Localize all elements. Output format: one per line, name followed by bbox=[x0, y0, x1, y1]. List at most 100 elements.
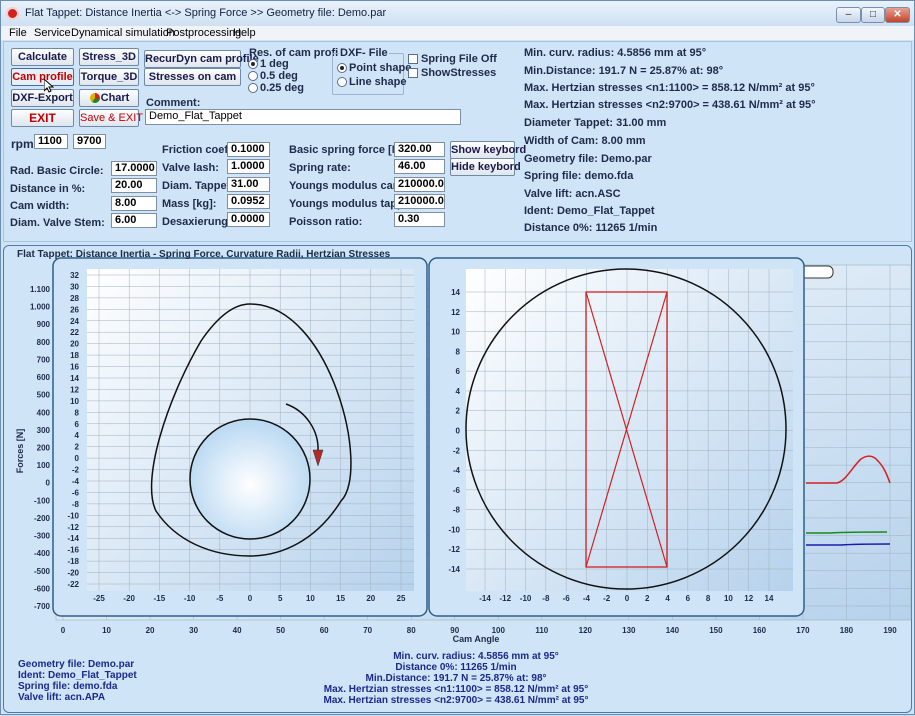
tappet-ytick-label: 4 bbox=[456, 387, 461, 396]
main-ytick-label: 700 bbox=[37, 355, 51, 364]
main-ytick-label: -600 bbox=[34, 584, 51, 593]
tappet-ytick-label: 12 bbox=[451, 308, 460, 317]
tappet-ytick-label: 14 bbox=[451, 288, 460, 297]
cam-ytick-label: -18 bbox=[67, 557, 79, 566]
main-ytick-label: 1.000 bbox=[30, 303, 51, 312]
cam-xtick-label: -20 bbox=[123, 594, 135, 603]
tappet-xtick-label: -2 bbox=[603, 594, 611, 603]
main-ytick-label: -700 bbox=[34, 602, 51, 611]
cam-ytick-label: 24 bbox=[70, 317, 79, 326]
tappet-xticks: -14 -12 -10 -8 -6 -4 -2 0 2 4 6 8 10 12 14 bbox=[479, 594, 774, 603]
main-xtick-label: 110 bbox=[535, 626, 548, 635]
main-xtick-label: 160 bbox=[753, 626, 767, 635]
tappet-ytick-label: 0 bbox=[456, 427, 461, 436]
main-ytick-label: -300 bbox=[34, 532, 51, 541]
bottom-valve-lift: Valve lift: acn.APA bbox=[18, 692, 106, 703]
plot-canvas: 1.1001.0009008007006005004003002001000-1… bbox=[15, 257, 912, 644]
cam-ytick-label: -14 bbox=[67, 534, 79, 543]
cam-xtick-label: -15 bbox=[154, 594, 166, 603]
main-xtick-label: 140 bbox=[666, 626, 680, 635]
main-xtick-label: 170 bbox=[796, 626, 810, 635]
main-ytick-label: -400 bbox=[34, 549, 51, 558]
main-xtick-label: 190 bbox=[883, 626, 897, 635]
tappet-view-area bbox=[466, 269, 793, 591]
cam-ytick-label: 2 bbox=[75, 443, 80, 452]
cam-ytick-label: -4 bbox=[72, 477, 80, 486]
main-xtick-label: 20 bbox=[146, 626, 155, 635]
main-yticks: 1.100 1.000 900 800 700 600 500 400 300 200 100 0 -1… bbox=[30, 285, 51, 611]
cam-ytick-label: -10 bbox=[67, 511, 79, 520]
cam-xtick-label: 25 bbox=[397, 594, 406, 603]
y-axis-label: Forces [N] bbox=[15, 429, 25, 474]
main-ytick-label: 800 bbox=[37, 338, 51, 347]
tappet-ytick-label: -6 bbox=[453, 486, 461, 495]
tappet-xtick-label: 4 bbox=[665, 594, 670, 603]
main-ytick-label: -100 bbox=[34, 496, 51, 505]
cam-xtick-label: -10 bbox=[184, 594, 196, 603]
main-ytick-label: -200 bbox=[34, 514, 51, 523]
bottom-hertz-n2: Max. Hertzian stresses <n2:9700> = 438.6… bbox=[323, 695, 589, 706]
tappet-xtick-label: 2 bbox=[645, 594, 650, 603]
tappet-ytick-label: -8 bbox=[453, 506, 461, 515]
tappet-ytick-label: -12 bbox=[448, 545, 460, 554]
tappet-ytick-label: -4 bbox=[453, 466, 461, 475]
cam-ytick-label: 16 bbox=[70, 363, 79, 372]
cam-ytick-label: 18 bbox=[70, 351, 79, 360]
cam-ytick-label: 6 bbox=[75, 420, 80, 429]
cam-ytick-label: 26 bbox=[70, 305, 79, 314]
cam-ytick-label: -22 bbox=[67, 580, 79, 589]
tappet-xtick-label: -8 bbox=[542, 594, 550, 603]
tappet-xtick-label: -14 bbox=[479, 594, 491, 603]
cam-ytick-label: -2 bbox=[72, 466, 80, 475]
main-xtick-label: 130 bbox=[622, 626, 636, 635]
cam-ytick-label: -20 bbox=[67, 569, 79, 578]
tappet-xtick-label: -6 bbox=[563, 594, 571, 603]
tappet-xtick-label: 8 bbox=[706, 594, 711, 603]
tappet-xtick-label: -12 bbox=[500, 594, 512, 603]
cam-ytick-label: 10 bbox=[70, 397, 79, 406]
main-ytick-label: 400 bbox=[37, 408, 51, 417]
main-xtick-label: 70 bbox=[363, 626, 372, 635]
cam-xtick-label: 10 bbox=[306, 594, 315, 603]
bottom-min-distance: Min.Distance: 191.7 N = 25.87% at: 98° bbox=[365, 673, 547, 684]
tappet-xtick-label: 12 bbox=[744, 594, 753, 603]
tappet-xtick-label: -4 bbox=[583, 594, 591, 603]
base-circle bbox=[189, 418, 311, 540]
cam-ytick-label: 12 bbox=[70, 385, 79, 394]
cam-xtick-label: -5 bbox=[216, 594, 224, 603]
cam-ytick-label: -12 bbox=[67, 523, 79, 532]
tappet-xtick-label: 14 bbox=[765, 594, 774, 603]
main-ytick-label: 300 bbox=[37, 426, 51, 435]
cam-ytick-label: 20 bbox=[70, 340, 79, 349]
x-axis-label: Cam Angle bbox=[453, 634, 500, 644]
tappet-xtick-label: 0 bbox=[625, 594, 630, 603]
cam-xtick-label: 0 bbox=[248, 594, 253, 603]
main-xtick-label: 10 bbox=[102, 626, 111, 635]
main-ytick-label: 1.100 bbox=[30, 285, 51, 294]
tappet-xtick-label: -10 bbox=[520, 594, 532, 603]
main-ytick-label: 100 bbox=[37, 461, 51, 470]
tappet-ytick-label: -10 bbox=[448, 525, 460, 534]
main-xtick-label: 120 bbox=[579, 626, 593, 635]
tappet-xtick-label: 10 bbox=[724, 594, 733, 603]
main-xtick-label: 0 bbox=[61, 626, 66, 635]
tappet-ytick-label: 8 bbox=[456, 347, 461, 356]
main-ytick-label: 0 bbox=[46, 479, 51, 488]
main-ytick-label: 600 bbox=[37, 373, 51, 382]
bottom-spring-file: Spring file: demo.fda bbox=[18, 681, 118, 692]
bottom-hertz-n1: Max. Hertzian stresses <n1:1100> = 858.1… bbox=[323, 684, 589, 695]
bottom-ident: Ident: Demo_Flat_Tappet bbox=[18, 670, 137, 681]
bottom-geometry-file: Geometry file: Demo.par bbox=[18, 659, 135, 670]
main-xtick-label: 30 bbox=[189, 626, 198, 635]
cam-ytick-label: 28 bbox=[70, 294, 79, 303]
main-xtick-label: 40 bbox=[233, 626, 242, 635]
main-ytick-label: 200 bbox=[37, 444, 51, 453]
tappet-ytick-label: -2 bbox=[453, 446, 461, 455]
main-ytick-label: 500 bbox=[37, 391, 51, 400]
cam-ytick-label: -16 bbox=[67, 546, 79, 555]
cam-ytick-label: 32 bbox=[70, 271, 79, 280]
cam-ytick-label: 0 bbox=[75, 454, 80, 463]
main-xtick-label: 150 bbox=[709, 626, 723, 635]
cam-ytick-label: 22 bbox=[70, 328, 79, 337]
bottom-distance-zero: Distance 0%: 11265 1/min bbox=[395, 662, 517, 673]
